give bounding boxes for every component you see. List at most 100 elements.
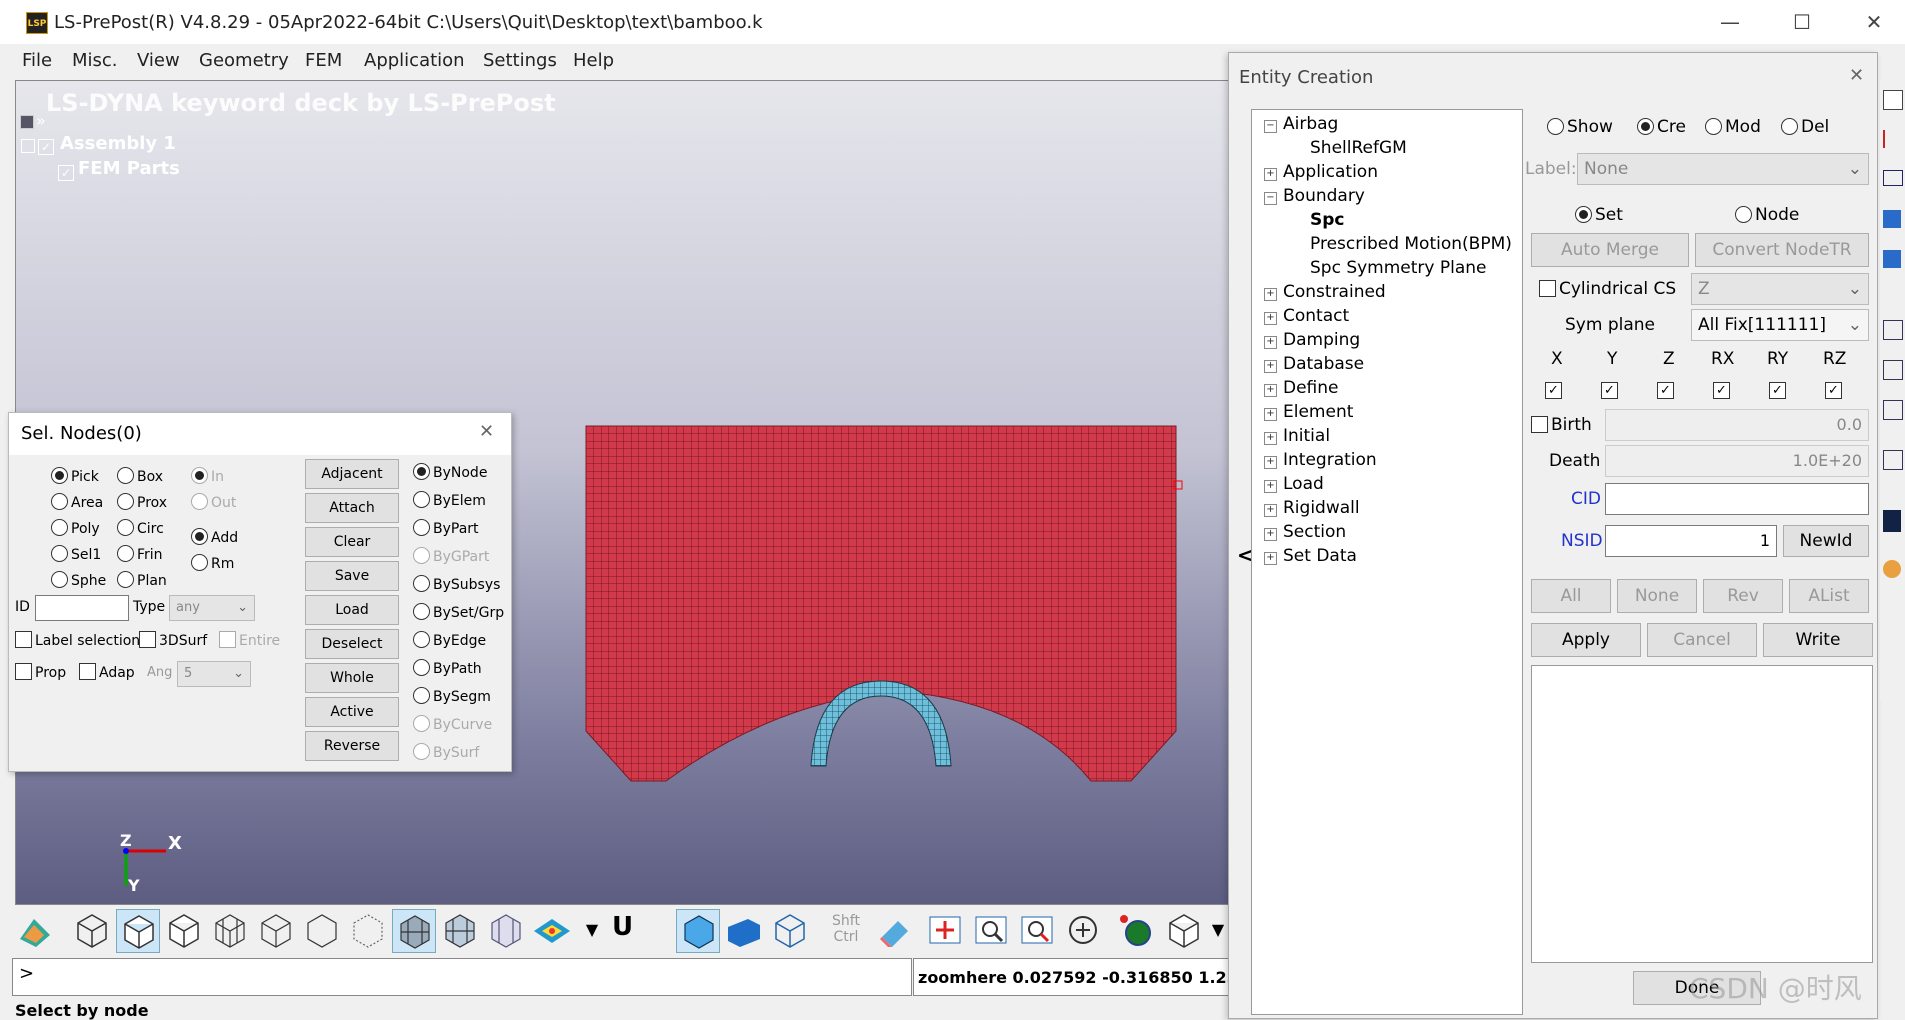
reverse-button[interactable]: Reverse — [305, 731, 399, 761]
radio-circ[interactable]: Circ — [117, 519, 164, 537]
radio-bypart[interactable]: ByPart — [413, 519, 479, 537]
radio-out[interactable]: Out — [191, 493, 236, 511]
dof-rx-checkbox[interactable]: ✓ — [1713, 379, 1733, 399]
command-input[interactable]: > — [12, 958, 912, 996]
birth-input[interactable]: 0.0 — [1605, 409, 1869, 441]
element-icon[interactable] — [1883, 360, 1903, 380]
radio-show[interactable]: Show — [1547, 117, 1613, 137]
id-input[interactable] — [35, 595, 129, 621]
whole-button[interactable]: Whole — [305, 663, 399, 693]
deselect-button[interactable]: Deselect — [305, 629, 399, 659]
label-selection-checkbox[interactable]: Label selection — [15, 631, 140, 649]
radio-rm[interactable]: Rm — [191, 554, 234, 572]
radio-bysurf[interactable]: BySurf — [413, 743, 479, 761]
hidden-line-cube-icon[interactable] — [162, 909, 204, 951]
tree-item-shellrefgm[interactable]: ShellRefGM — [1310, 138, 1407, 158]
radio-cre[interactable]: Cre — [1637, 117, 1686, 137]
list-icon[interactable] — [1883, 450, 1903, 470]
maximize-button[interactable]: ☐ — [1780, 6, 1824, 38]
radio-pick[interactable]: Pick — [51, 467, 99, 485]
tree-item-database[interactable]: + Database — [1264, 354, 1364, 374]
edge-cube-icon[interactable] — [300, 909, 342, 951]
wireframe-cube-icon[interactable] — [70, 909, 112, 951]
newid-button[interactable]: NewId — [1783, 525, 1869, 557]
user-icon[interactable] — [1883, 560, 1901, 578]
radio-node[interactable]: Node — [1735, 205, 1799, 225]
alist-button[interactable]: AList — [1789, 579, 1869, 613]
ls-icon[interactable] — [1883, 510, 1901, 532]
radio-bygpart[interactable]: ByGPart — [413, 547, 489, 565]
dof-y-checkbox[interactable]: ✓ — [1601, 379, 1621, 399]
surface-icon[interactable] — [1883, 170, 1903, 186]
radio-byedge[interactable]: ByEdge — [413, 631, 486, 649]
close-window-button[interactable]: ✕ — [1852, 6, 1896, 38]
grid-icon[interactable] — [1883, 90, 1903, 110]
radio-sel1[interactable]: Sel1 — [51, 545, 101, 563]
close-icon[interactable]: ✕ — [1849, 65, 1864, 86]
solid-cube-icon[interactable] — [676, 909, 720, 953]
mesh-transparent-icon[interactable] — [484, 909, 526, 951]
3dsurf-checkbox[interactable]: 3DSurf — [139, 631, 207, 649]
sym-plane-select[interactable]: All Fix[111111] ⌄ — [1691, 309, 1869, 341]
write-button[interactable]: Write — [1763, 623, 1873, 657]
shaded-cube-icon[interactable] — [116, 909, 160, 953]
menu-application[interactable]: Application — [364, 50, 465, 71]
tree-item-rigidwall[interactable]: + Rigidwall — [1264, 498, 1360, 518]
tree-item-section[interactable]: + Section — [1264, 522, 1346, 542]
auto-merge-button[interactable]: Auto Merge — [1531, 233, 1689, 267]
apply-button[interactable]: Apply — [1531, 623, 1641, 657]
cancel-button[interactable]: Cancel — [1647, 623, 1757, 657]
menu-view[interactable]: View — [137, 50, 180, 71]
node-cloud-icon[interactable] — [346, 909, 388, 951]
mesh-cube-icon[interactable] — [208, 909, 250, 951]
save-button[interactable]: Save — [305, 561, 399, 591]
radio-bysegm[interactable]: BySegm — [413, 687, 491, 705]
tree-item-spc-symmetry-plane[interactable]: Spc Symmetry Plane — [1310, 258, 1487, 278]
fringe-icon[interactable] — [14, 909, 56, 951]
tree-item-contact[interactable]: + Contact — [1264, 306, 1349, 326]
menu-file[interactable]: File — [22, 50, 52, 71]
radio-set[interactable]: Set — [1575, 205, 1623, 225]
view-cube-icon[interactable] — [1162, 909, 1204, 951]
dof-x-checkbox[interactable]: ✓ — [1545, 379, 1565, 399]
mesh-icon[interactable] — [1883, 320, 1903, 340]
mesh-grid-icon[interactable] — [438, 909, 480, 951]
block-icon[interactable] — [1883, 250, 1901, 268]
minimize-button[interactable]: — — [1708, 6, 1752, 38]
cylindrical-axis-select[interactable]: Z ⌄ — [1691, 273, 1869, 305]
cid-input[interactable] — [1605, 483, 1869, 515]
pan-center-icon[interactable] — [924, 909, 966, 951]
menu-fem[interactable]: FEM — [305, 50, 342, 71]
tree-item-initial[interactable]: + Initial — [1264, 426, 1330, 446]
clear-button[interactable]: Clear — [305, 527, 399, 557]
convert-node-button[interactable]: Convert NodeTR — [1695, 233, 1869, 267]
dof-ry-checkbox[interactable]: ✓ — [1769, 379, 1789, 399]
tree-item-damping[interactable]: + Damping — [1264, 330, 1360, 350]
nsid-input[interactable]: 1 — [1605, 525, 1777, 557]
radio-mod[interactable]: Mod — [1705, 117, 1761, 137]
tree-item-boundary[interactable]: − Boundary — [1264, 186, 1365, 206]
zoom-window-icon[interactable] — [970, 909, 1012, 951]
radio-box[interactable]: Box — [117, 467, 163, 485]
zoom-fit-icon[interactable] — [1016, 909, 1058, 951]
active-button[interactable]: Active — [305, 697, 399, 727]
rev-button[interactable]: Rev — [1703, 579, 1783, 613]
tree-item-load[interactable]: + Load — [1264, 474, 1324, 494]
radio-bycurve[interactable]: ByCurve — [413, 715, 492, 733]
menu-geometry[interactable]: Geometry — [199, 50, 289, 71]
menu-help[interactable]: Help — [573, 50, 614, 71]
radio-add[interactable]: Add — [191, 528, 238, 546]
radio-in[interactable]: In — [191, 467, 224, 485]
all-button[interactable]: All — [1531, 579, 1611, 613]
solid-box-icon[interactable] — [722, 909, 764, 951]
radio-poly[interactable]: Poly — [51, 519, 100, 537]
tree-item-define[interactable]: + Define — [1264, 378, 1339, 398]
cylindrical-cs-checkbox[interactable]: Cylindrical CS — [1539, 279, 1676, 299]
adjacent-button[interactable]: Adjacent — [305, 459, 399, 489]
load-button[interactable]: Load — [305, 595, 399, 625]
eraser-icon[interactable] — [874, 909, 916, 951]
birth-checkbox[interactable]: Birth — [1531, 415, 1592, 435]
outline-box-icon[interactable] — [768, 909, 810, 951]
feature-line-cube-icon[interactable] — [254, 909, 296, 951]
radio-plan[interactable]: Plan — [117, 571, 167, 589]
